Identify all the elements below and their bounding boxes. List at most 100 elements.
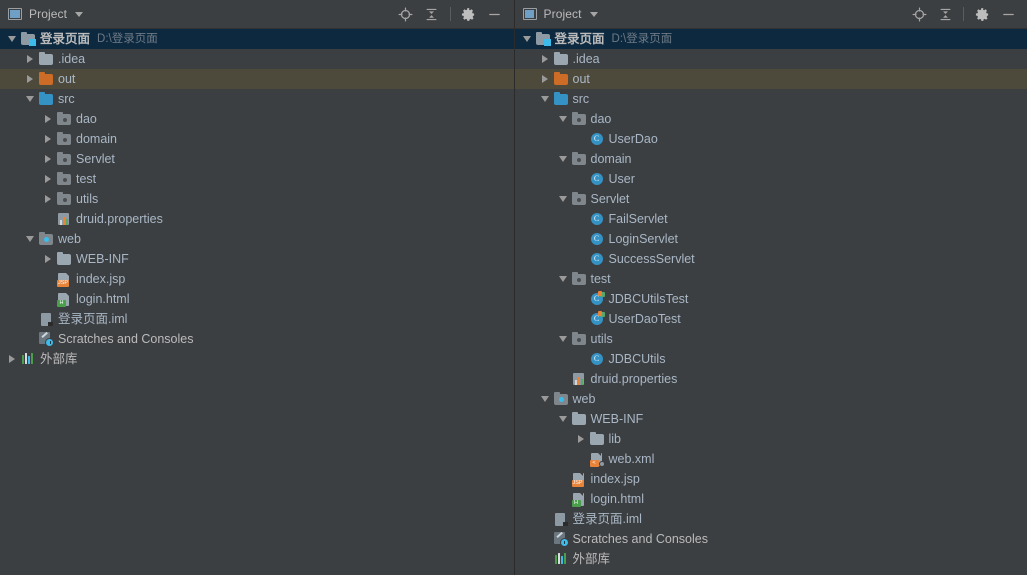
tree-node[interactable]: C SuccessServlet — [515, 249, 1027, 269]
minimize-icon[interactable] — [995, 3, 1021, 25]
locate-icon[interactable] — [393, 3, 419, 25]
chevron-down-icon[interactable] — [22, 91, 38, 107]
tree-node-label: Servlet — [76, 152, 115, 166]
tree-node[interactable]: lib — [515, 429, 1027, 449]
tree-node-label: lib — [608, 432, 622, 446]
tree-node[interactable]: Servlet — [0, 149, 514, 169]
tree-node[interactable]: dao — [515, 109, 1027, 129]
tree-node[interactable]: druid.properties — [515, 369, 1027, 389]
header-separator — [963, 7, 964, 21]
tree-node[interactable]: C UserDao — [515, 129, 1027, 149]
no-expand-spacer — [573, 351, 589, 367]
tree-node[interactable]: src — [515, 89, 1027, 109]
tree-node[interactable]: utils — [515, 329, 1027, 349]
chevron-right-icon[interactable] — [40, 111, 56, 127]
iml-file-icon — [38, 311, 54, 327]
chevron-down-icon[interactable] — [555, 271, 571, 287]
tree-node[interactable]: 登录页面.iml — [515, 509, 1027, 529]
chevron-down-icon[interactable] — [555, 331, 571, 347]
chevron-down-icon[interactable] — [75, 11, 84, 17]
project-tree[interactable]: 登录页面 D:\登录页面 .idea out src dao domain Servlet te… — [0, 29, 514, 575]
chevron-right-icon[interactable] — [537, 51, 553, 67]
collapse-all-icon[interactable] — [932, 3, 958, 25]
chevron-right-icon[interactable] — [40, 151, 56, 167]
tree-node[interactable]: dao — [0, 109, 514, 129]
tree-node-label: 登录页面 — [554, 32, 605, 46]
locate-icon[interactable] — [906, 3, 932, 25]
tool-window-title: Project — [543, 7, 582, 21]
tree-node[interactable]: 外部库 — [515, 549, 1027, 569]
chevron-right-icon[interactable] — [537, 71, 553, 87]
folder-orange-icon — [553, 71, 569, 87]
package-icon — [571, 271, 587, 287]
chevron-down-icon[interactable] — [519, 31, 535, 47]
tree-node[interactable]: 登录页面 D:\登录页面 — [0, 29, 514, 49]
chevron-down-icon[interactable] — [555, 151, 571, 167]
tree-node[interactable]: 外部库 — [0, 349, 514, 369]
chevron-right-icon[interactable] — [40, 131, 56, 147]
chevron-down-icon[interactable] — [4, 31, 20, 47]
tree-node[interactable]: web — [515, 389, 1027, 409]
settings-gear-icon[interactable] — [456, 3, 482, 25]
no-expand-spacer — [573, 171, 589, 187]
tree-node[interactable]: .idea — [515, 49, 1027, 69]
tree-node[interactable]: C JDBCUtils — [515, 349, 1027, 369]
tree-node[interactable]: C JDBCUtilsTest — [515, 289, 1027, 309]
tree-node[interactable]: Scratches and Consoles — [515, 529, 1027, 549]
tree-node-label: LoginServlet — [608, 232, 679, 246]
chevron-down-icon[interactable] — [589, 11, 598, 17]
tree-node[interactable]: 登录页面.iml — [0, 309, 514, 329]
tree-node[interactable]: domain — [515, 149, 1027, 169]
chevron-down-icon[interactable] — [22, 231, 38, 247]
chevron-down-icon[interactable] — [537, 91, 553, 107]
chevron-down-icon[interactable] — [555, 111, 571, 127]
chevron-right-icon[interactable] — [40, 171, 56, 187]
tree-node-label: test — [76, 172, 97, 186]
tree-node[interactable]: web — [0, 229, 514, 249]
chevron-down-icon[interactable] — [555, 411, 571, 427]
chevron-down-icon[interactable] — [555, 191, 571, 207]
tree-node[interactable]: utils — [0, 189, 514, 209]
package-icon — [56, 171, 72, 187]
tree-node[interactable]: druid.properties — [0, 209, 514, 229]
tree-node[interactable]: < web.xml — [515, 449, 1027, 469]
tree-node[interactable]: Hlogin.html — [0, 289, 514, 309]
tree-node[interactable]: Hlogin.html — [515, 489, 1027, 509]
tree-node[interactable]: C UserDaoTest — [515, 309, 1027, 329]
minimize-icon[interactable] — [482, 3, 508, 25]
tree-node[interactable]: out — [514, 69, 1027, 89]
tree-node[interactable]: JSP index.jsp — [0, 269, 514, 289]
collapse-all-icon[interactable] — [419, 3, 445, 25]
chevron-right-icon[interactable] — [22, 51, 38, 67]
tree-node[interactable]: test — [0, 169, 514, 189]
tree-node-label: dao — [76, 112, 97, 126]
tree-node[interactable]: WEB-INF — [515, 409, 1027, 429]
tree-node[interactable]: 登录页面 D:\登录页面 — [514, 29, 1027, 49]
project-tree[interactable]: 登录页面 D:\登录页面 .idea out src dao C UserDao domain C… — [514, 29, 1027, 575]
tree-node[interactable]: test — [515, 269, 1027, 289]
tree-node[interactable]: C LoginServlet — [515, 229, 1027, 249]
tree-node[interactable]: .idea — [0, 49, 514, 69]
project-tool-windows: Project 登录页面 D:\登录页面 .idea out src dao domain Se… — [0, 0, 1027, 575]
web-folder-icon — [38, 231, 54, 247]
tree-node[interactable]: Scratches and Consoles — [0, 329, 514, 349]
tree-node[interactable]: C FailServlet — [515, 209, 1027, 229]
project-view-selector[interactable]: Project — [8, 7, 84, 21]
settings-gear-icon[interactable] — [969, 3, 995, 25]
chevron-right-icon[interactable] — [573, 431, 589, 447]
chevron-right-icon[interactable] — [22, 71, 38, 87]
tree-node[interactable]: WEB-INF — [0, 249, 514, 269]
tree-node[interactable]: C User — [515, 169, 1027, 189]
chevron-right-icon[interactable] — [4, 351, 20, 367]
tree-node-label: Scratches and Consoles — [58, 332, 194, 346]
tree-node[interactable]: domain — [0, 129, 514, 149]
tree-node[interactable]: Servlet — [515, 189, 1027, 209]
tree-node[interactable]: JSP index.jsp — [515, 469, 1027, 489]
tree-node[interactable]: src — [0, 89, 514, 109]
chevron-right-icon[interactable] — [40, 191, 56, 207]
chevron-right-icon[interactable] — [40, 251, 56, 267]
no-expand-spacer — [573, 451, 589, 467]
tree-node[interactable]: out — [0, 69, 514, 89]
chevron-down-icon[interactable] — [537, 391, 553, 407]
project-view-selector[interactable]: Project — [522, 7, 598, 21]
